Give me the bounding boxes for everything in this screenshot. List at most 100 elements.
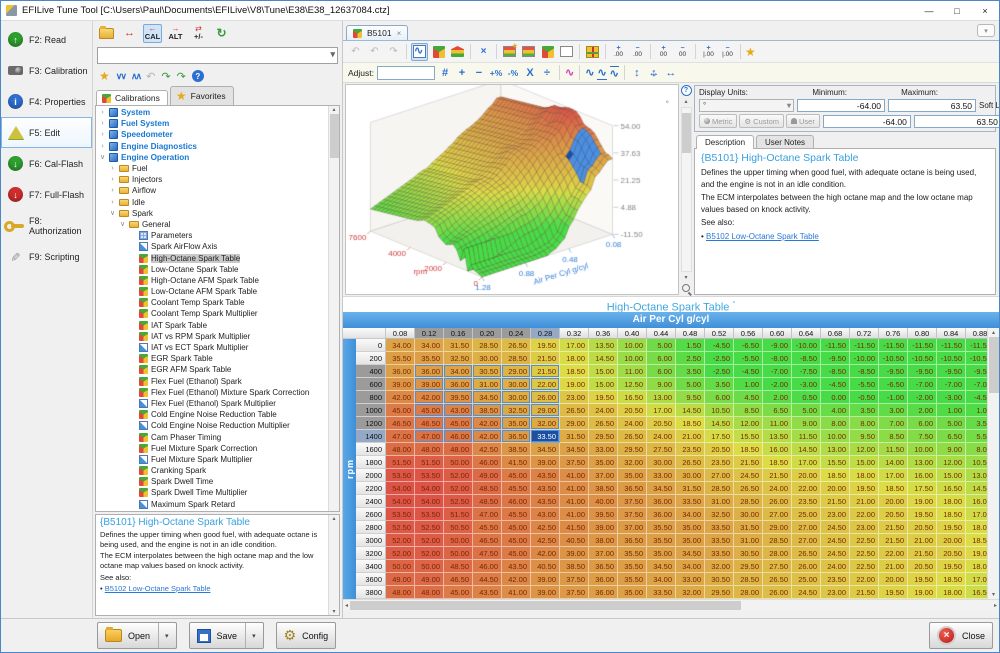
table-cell[interactable]: 25.00 (792, 508, 821, 521)
tree-item[interactable]: EGR AFM Spark Table (97, 364, 327, 375)
table-cell[interactable]: -9.50 (937, 365, 966, 378)
tree-item[interactable]: High-Octane AFM Spark Table (97, 275, 327, 286)
table-cell[interactable]: 34.00 (386, 339, 415, 352)
table-cell[interactable]: 24.50 (821, 547, 850, 560)
table-cell[interactable]: -2.50 (705, 352, 734, 365)
table-cell[interactable]: 33.00 (676, 573, 705, 586)
table-cell[interactable]: 35.50 (386, 352, 415, 365)
table-cell[interactable]: 34.50 (531, 443, 560, 456)
table-cell[interactable]: 22.00 (850, 508, 879, 521)
tree-item[interactable]: EGR Spark Table (97, 353, 327, 364)
undo-all-button[interactable]: ↶ (347, 43, 364, 61)
row-header[interactable]: 600 (356, 378, 386, 391)
table-cell[interactable]: 48.00 (386, 443, 415, 456)
table-cell[interactable]: 16.00 (966, 495, 987, 508)
table-cell[interactable]: 46.00 (502, 495, 531, 508)
smooth-row-button[interactable]: ∿ (597, 66, 606, 80)
tab-description[interactable]: Description (696, 135, 754, 149)
row-header[interactable]: 3600 (356, 573, 386, 586)
table-cell[interactable]: 36.00 (444, 378, 473, 391)
favorite-button[interactable]: ★ (99, 69, 110, 83)
table-cell[interactable]: 29.50 (589, 430, 618, 443)
zoom-track[interactable] (681, 107, 692, 272)
table-cell[interactable]: 11.00 (763, 417, 792, 430)
table-cell[interactable]: 32.50 (705, 508, 734, 521)
table-cell[interactable]: 20.50 (908, 560, 937, 573)
tree-item[interactable]: Power Reduction Min Timing (97, 510, 327, 512)
tree-item[interactable]: Flex Fuel (Ethanol) Mixture Spark Correc… (97, 387, 327, 398)
table-cell[interactable]: 45.00 (502, 547, 531, 560)
table-cell[interactable]: 27.50 (647, 443, 676, 456)
table-cell[interactable]: 30.00 (502, 391, 531, 404)
table-cell[interactable]: 31.00 (473, 378, 502, 391)
tree-item[interactable]: Maximum Spark Retard (97, 499, 327, 510)
table-cell[interactable]: 10.00 (618, 339, 647, 352)
table-cell[interactable]: 35.50 (618, 573, 647, 586)
table-cell[interactable]: 35.50 (415, 352, 444, 365)
table-cell[interactable]: 20.50 (879, 508, 908, 521)
table-cell[interactable]: 18.50 (763, 456, 792, 469)
table-cell[interactable]: 20.50 (618, 404, 647, 417)
table-cell[interactable]: 32.00 (618, 456, 647, 469)
table-cell[interactable]: 8.00 (821, 417, 850, 430)
row-header[interactable]: 400 (356, 365, 386, 378)
table-cell[interactable]: 51.50 (386, 456, 415, 469)
smooth-col-button[interactable]: ∿ (610, 66, 619, 80)
table-cell[interactable]: 24.00 (647, 430, 676, 443)
table-cell[interactable]: 24.00 (618, 417, 647, 430)
table-cell[interactable]: 30.50 (473, 365, 502, 378)
user-button[interactable]: User (786, 114, 820, 128)
table-cell[interactable]: 17.50 (908, 482, 937, 495)
row-header[interactable]: 1600 (356, 443, 386, 456)
table-cell[interactable]: 21.00 (879, 560, 908, 573)
table-cell[interactable]: 49.00 (386, 573, 415, 586)
table-cell[interactable]: 19.00 (908, 495, 937, 508)
dec-cell-button[interactable]: −.00 (629, 43, 646, 61)
table-cell[interactable]: 16.00 (908, 469, 937, 482)
table-cell[interactable]: 17.00 (966, 573, 987, 586)
table-cell[interactable]: 54.00 (415, 495, 444, 508)
table-cell[interactable]: 18.00 (560, 352, 589, 365)
table-cell[interactable]: -11.50 (908, 339, 937, 352)
table-cell[interactable]: 18.50 (937, 573, 966, 586)
table-cell[interactable]: -2.50 (705, 365, 734, 378)
table-cell[interactable]: 53.50 (386, 508, 415, 521)
table-cell[interactable]: -7.00 (763, 365, 792, 378)
table-cell[interactable]: 37.00 (589, 469, 618, 482)
inc-cell-button[interactable]: +.00 (610, 43, 627, 61)
table-cell[interactable]: 52.00 (444, 482, 473, 495)
table-cell[interactable]: 24.00 (589, 404, 618, 417)
tree-item[interactable]: ›Injectors (97, 174, 327, 185)
curve-view-button[interactable] (411, 43, 428, 61)
table-cell[interactable]: 54.00 (415, 482, 444, 495)
table-cell[interactable]: 23.50 (792, 495, 821, 508)
table-cell[interactable]: 30.00 (473, 352, 502, 365)
tree-item[interactable]: IAT vs RPM Spark Multiplier (97, 331, 327, 342)
save-dropdown-icon[interactable]: ▾ (252, 632, 256, 640)
table-cell[interactable]: 16.00 (763, 443, 792, 456)
row-header[interactable]: 2400 (356, 495, 386, 508)
table-cell[interactable]: 26.50 (618, 430, 647, 443)
table-cell[interactable]: 34.00 (676, 508, 705, 521)
table-cell[interactable]: 27.00 (792, 521, 821, 534)
table-cell[interactable]: 30.00 (502, 378, 531, 391)
table-cell[interactable]: 45.00 (386, 404, 415, 417)
alt-view-button[interactable]: →ALT (166, 24, 185, 43)
table-cell[interactable]: 40.00 (589, 495, 618, 508)
table-cell[interactable]: 42.00 (531, 547, 560, 560)
table-cell[interactable]: 52.00 (415, 534, 444, 547)
tree-item[interactable]: Cold Engine Noise Reduction Multiplier (97, 420, 327, 431)
table-cell[interactable]: 22.00 (850, 573, 879, 586)
tree-item[interactable]: ›Engine Diagnostics (97, 141, 327, 152)
sidebar-item-f5-edit[interactable]: F5: Edit (1, 117, 92, 148)
table-cell[interactable]: 7.50 (908, 430, 937, 443)
table-cell[interactable]: 41.00 (560, 508, 589, 521)
table-cell[interactable]: 41.50 (560, 521, 589, 534)
next-change-button[interactable]: ↷ (161, 70, 170, 83)
table-cell[interactable]: 36.00 (647, 495, 676, 508)
table-cell[interactable]: 50.00 (386, 560, 415, 573)
table-cell[interactable]: 3.50 (850, 404, 879, 417)
table-cell[interactable]: 22.00 (531, 378, 560, 391)
table-cell[interactable]: 26.50 (734, 482, 763, 495)
table-cell[interactable]: 24.00 (821, 560, 850, 573)
